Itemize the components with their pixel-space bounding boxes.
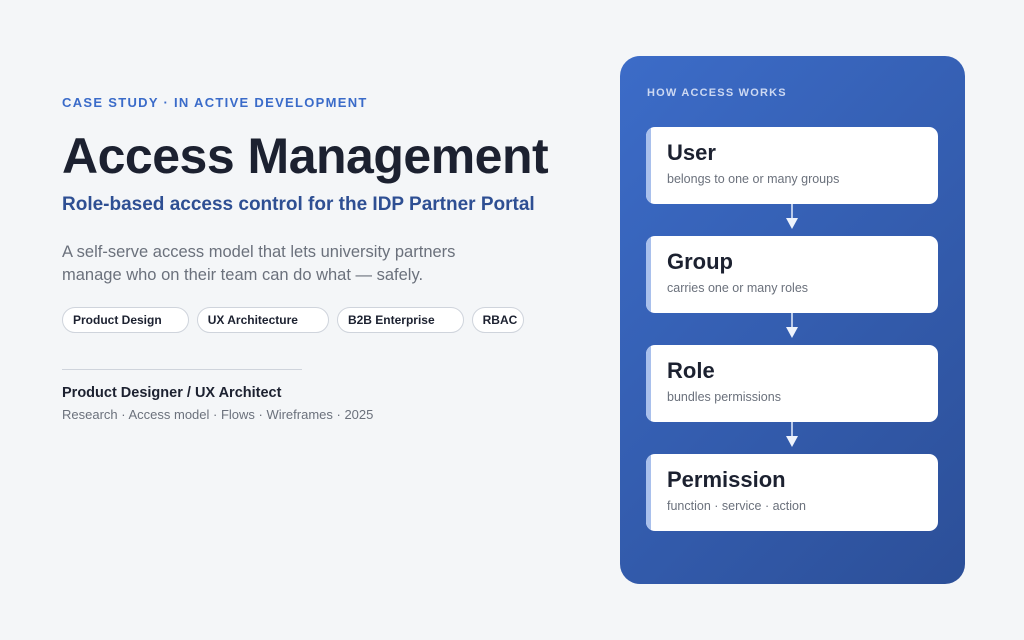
case-study-slide: CASE STUDY · IN ACTIVE DEVELOPMENT Acces… (0, 0, 1024, 640)
project-meta: Research · Access model · Flows · Wirefr… (62, 407, 374, 422)
step-card-role: Role bundles permissions (646, 345, 938, 422)
access-flow-panel: HOW ACCESS WORKS User belongs to one or … (620, 56, 965, 584)
step-subtitle: function · service · action (667, 499, 806, 513)
designer-role: Product Designer / UX Architect (62, 385, 282, 401)
tag-b2b-enterprise: B2B Enterprise (336, 307, 464, 333)
divider (62, 369, 302, 370)
page-title: Access Management (62, 128, 549, 184)
panel-label: HOW ACCESS WORKS (647, 87, 787, 99)
project-description: A self-serve access model that lets univ… (62, 243, 456, 284)
step-card-user: User belongs to one or many groups (646, 127, 938, 204)
step-card-permission: Permission function · service · action (646, 454, 938, 531)
step-title: Role (667, 358, 715, 383)
arrow-down-icon (786, 204, 798, 229)
tag-product-design: Product Design (62, 307, 189, 333)
step-subtitle: carries one or many roles (667, 281, 809, 295)
page-subtitle: Role-based access control for the IDP Pa… (62, 194, 535, 215)
step-title: Group (667, 249, 733, 274)
step-card-group: Group carries one or many roles (646, 236, 938, 313)
arrow-down-icon (786, 422, 798, 447)
tag-ux-architecture: UX Architecture (196, 307, 329, 333)
step-subtitle: bundles permissions (667, 390, 781, 404)
tag-rbac: RBAC (471, 307, 525, 333)
step-title: User (667, 140, 716, 165)
intro-section: CASE STUDY · IN ACTIVE DEVELOPMENT Acces… (62, 95, 582, 424)
tag-list: Product Design UX Architecture B2B Enter… (62, 307, 582, 333)
arrow-down-icon (786, 313, 798, 338)
step-subtitle: belongs to one or many groups (667, 172, 840, 186)
step-title: Permission (667, 467, 786, 492)
eyebrow-label: CASE STUDY · IN ACTIVE DEVELOPMENT (62, 95, 368, 110)
